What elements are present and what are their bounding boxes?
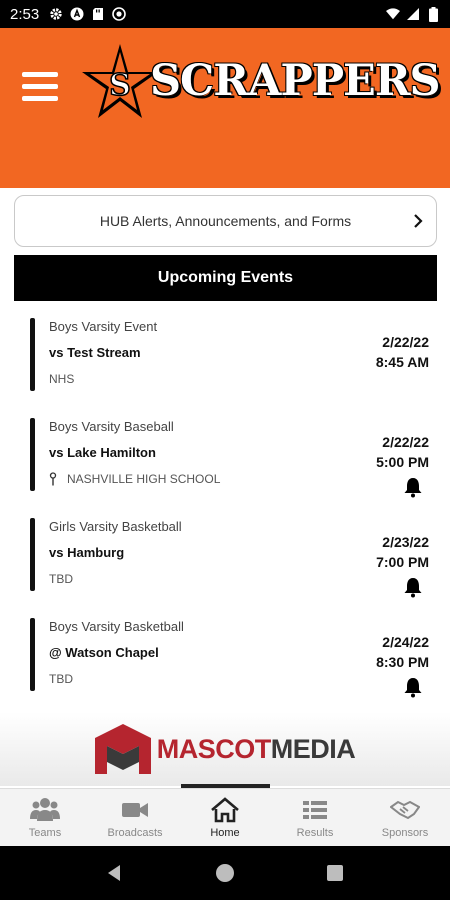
home-circle-icon[interactable] bbox=[214, 862, 236, 884]
nav-sponsors[interactable]: Sponsors bbox=[360, 789, 450, 846]
nav-home[interactable]: Home bbox=[180, 789, 270, 846]
nav-teams[interactable]: Teams bbox=[0, 789, 90, 846]
event-opponent: vs Test Stream bbox=[49, 345, 141, 360]
teams-icon bbox=[30, 798, 60, 821]
event-date: 2/24/22 bbox=[382, 634, 429, 650]
upcoming-events-title: Upcoming Events bbox=[157, 269, 294, 286]
nav-broadcasts[interactable]: Broadcasts bbox=[90, 789, 180, 846]
vpn-shield-icon bbox=[112, 7, 127, 21]
hub-alerts-label: HUB Alerts, Announcements, and Forms bbox=[99, 213, 352, 229]
back-triangle-icon[interactable] bbox=[104, 862, 126, 884]
event-item[interactable]: Boys Varsity Basketball @ Watson Chapel … bbox=[14, 612, 437, 712]
event-location-text: NHS bbox=[49, 372, 75, 386]
event-item[interactable]: Boys Varsity Baseball vs Lake Hamilton N… bbox=[14, 412, 437, 512]
event-location: NHS bbox=[49, 372, 74, 386]
event-location: TBD bbox=[49, 672, 73, 686]
battery-icon bbox=[426, 6, 440, 22]
event-opponent: vs Lake Hamilton bbox=[49, 445, 156, 460]
event-team: Girls Varsity Basketball bbox=[49, 519, 182, 534]
nav-results[interactable]: Results bbox=[270, 789, 360, 846]
event-location: TBD bbox=[49, 572, 73, 586]
event-time: 5:00 PM bbox=[376, 454, 429, 470]
event-opponent: vs Hamburg bbox=[49, 545, 125, 560]
cell-signal-icon bbox=[406, 7, 420, 21]
event-time: 7:00 PM bbox=[376, 554, 429, 570]
event-team: Boys Varsity Baseball bbox=[49, 419, 174, 434]
event-accent-bar bbox=[30, 318, 35, 391]
bell-icon[interactable] bbox=[403, 576, 423, 598]
events-list: Boys Varsity Event vs Test Stream NHS 2/… bbox=[14, 312, 437, 712]
sponsor-name: MASCOTMEDIA bbox=[156, 733, 356, 764]
event-date: 2/22/22 bbox=[382, 334, 429, 350]
scrappers-logo: S SCRAPPERS bbox=[82, 42, 442, 122]
hub-alerts-button[interactable]: HUB Alerts, Announcements, and Forms bbox=[14, 195, 437, 247]
sd-card-icon bbox=[91, 7, 105, 21]
upcoming-events-header: Upcoming Events bbox=[14, 255, 437, 301]
nav-label: Teams bbox=[28, 827, 62, 839]
handshake-icon bbox=[390, 800, 420, 820]
location-pin-icon bbox=[49, 472, 57, 486]
event-time: 8:30 PM bbox=[376, 654, 429, 670]
nav-label: Home bbox=[210, 827, 240, 839]
recents-square-icon[interactable] bbox=[324, 862, 346, 884]
mascot-media-logo-icon bbox=[94, 724, 151, 774]
home-icon bbox=[211, 797, 239, 823]
event-location: NASHVILLE HIGH SCHOOL bbox=[49, 472, 220, 486]
settings-gear-icon bbox=[49, 7, 63, 21]
event-item[interactable]: Boys Varsity Event vs Test Stream NHS 2/… bbox=[14, 312, 437, 412]
notification-a-icon bbox=[70, 7, 84, 21]
wifi-icon bbox=[386, 7, 400, 21]
event-date: 2/23/22 bbox=[382, 534, 429, 550]
video-camera-icon bbox=[122, 803, 148, 817]
event-accent-bar bbox=[30, 418, 35, 491]
event-location-text: TBD bbox=[49, 572, 73, 586]
nav-label: Results bbox=[296, 827, 334, 839]
event-accent-bar bbox=[30, 618, 35, 691]
android-system-nav bbox=[0, 846, 450, 900]
event-team: Boys Varsity Event bbox=[49, 319, 158, 334]
app-header: S SCRAPPERS bbox=[0, 28, 450, 188]
logo-text: SCRAPPERS bbox=[150, 56, 441, 106]
chevron-right-icon bbox=[414, 214, 423, 228]
nav-label: Broadcasts bbox=[107, 827, 163, 839]
bottom-nav: Teams Broadcasts Home Results Sponsors bbox=[0, 788, 450, 846]
event-accent-bar bbox=[30, 518, 35, 591]
status-bar: 2:53 bbox=[0, 0, 450, 28]
event-location-text: TBD bbox=[49, 672, 73, 686]
event-location-text: NASHVILLE HIGH SCHOOL bbox=[67, 472, 221, 486]
event-team: Boys Varsity Basketball bbox=[49, 619, 184, 634]
event-item[interactable]: Girls Varsity Basketball vs Hamburg TBD … bbox=[14, 512, 437, 612]
hamburger-menu-icon[interactable] bbox=[22, 72, 58, 102]
bell-icon[interactable] bbox=[403, 676, 423, 698]
sponsor-banner[interactable]: MASCOTMEDIA bbox=[0, 712, 450, 786]
status-time: 2:53 bbox=[10, 5, 40, 23]
event-time: 8:45 AM bbox=[375, 354, 429, 370]
svg-text:S: S bbox=[109, 68, 131, 103]
event-date: 2/22/22 bbox=[382, 434, 429, 450]
results-list-icon bbox=[303, 801, 327, 819]
event-opponent: @ Watson Chapel bbox=[49, 645, 159, 660]
nav-label: Sponsors bbox=[381, 827, 429, 839]
bell-icon[interactable] bbox=[403, 476, 423, 498]
